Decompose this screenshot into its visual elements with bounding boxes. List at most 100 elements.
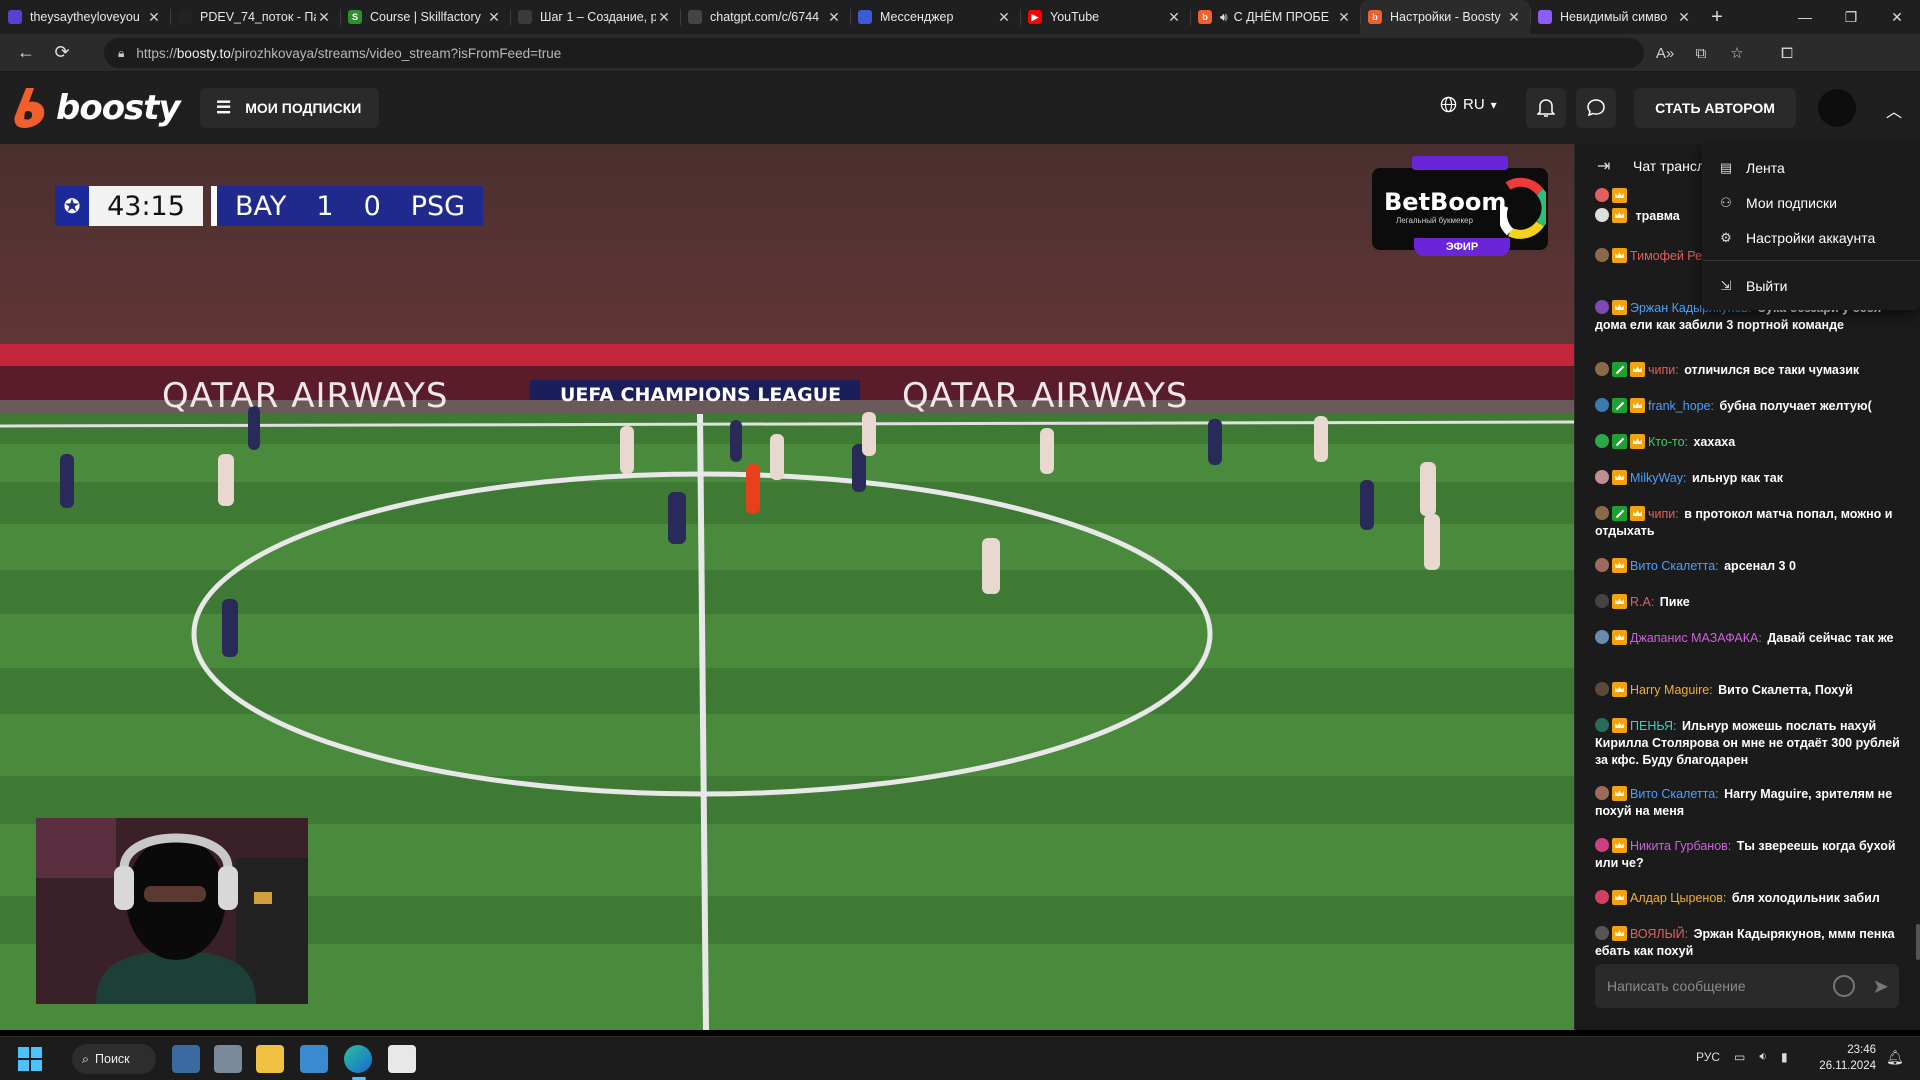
menu-item-label: Мои подписки: [1746, 195, 1837, 211]
chat-avatar[interactable]: [1595, 594, 1609, 608]
tab-close-icon[interactable]: ✕: [826, 9, 842, 26]
chat-avatar[interactable]: [1595, 838, 1609, 852]
menu-item-feed[interactable]: ▤ Лента: [1718, 154, 1785, 182]
menu-item-subscriptions[interactable]: ⚇ Мои подписки: [1718, 189, 1837, 217]
chat-avatar[interactable]: [1595, 248, 1609, 262]
send-icon[interactable]: ➤: [1872, 974, 1889, 999]
chat-avatar[interactable]: [1595, 558, 1609, 572]
extensions-icon[interactable]: ⧠: [1772, 38, 1802, 68]
tab-close-icon[interactable]: ✕: [146, 9, 162, 26]
chat-nickname[interactable]: Тимофей Ре: [1630, 249, 1702, 263]
taskbar-app-photos-icon[interactable]: [300, 1045, 328, 1073]
my-subscriptions-button[interactable]: ☰ МОИ ПОДПИСКИ: [200, 88, 380, 128]
chat-nickname[interactable]: чипи:: [1648, 507, 1679, 521]
taskbar-app-edge-icon[interactable]: [344, 1045, 372, 1073]
chat-nickname[interactable]: Harry Maguire:: [1630, 683, 1713, 697]
chat-nickname[interactable]: frank_hope:: [1648, 399, 1714, 413]
chat-avatar[interactable]: [1595, 506, 1609, 520]
back-button[interactable]: ←: [8, 38, 44, 68]
browser-tab[interactable]: b 🔊︎ С ДНЁМ ПРОБЕ ✕: [1190, 0, 1360, 34]
new-tab-button[interactable]: +: [1700, 0, 1734, 34]
chat-nickname[interactable]: Вито Скалетта:: [1630, 787, 1719, 801]
video-player[interactable]: QATAR AIRWAYS UEFA CHAMPIONS LEAGUE QATA…: [0, 144, 1574, 1030]
language-selector[interactable]: RU ▾: [1440, 96, 1497, 113]
browser-tab[interactable]: theysaytheyloveyou ✕: [0, 0, 170, 34]
crown-badge-icon: [1630, 434, 1645, 449]
tab-close-icon[interactable]: ✕: [1336, 9, 1352, 26]
chat-avatar[interactable]: [1595, 786, 1609, 800]
tab-close-icon[interactable]: ✕: [1166, 9, 1182, 26]
tab-close-icon[interactable]: ✕: [1676, 9, 1692, 26]
chat-avatar[interactable]: [1595, 188, 1609, 202]
menu-item-account-settings[interactable]: ⚙ Настройки аккаунта: [1718, 224, 1875, 252]
tab-close-icon[interactable]: ✕: [316, 9, 332, 26]
chat-nickname[interactable]: Джапанис МАЗАФАКА:: [1630, 631, 1762, 645]
boosty-logo[interactable]: boosty: [14, 88, 181, 128]
input-language[interactable]: РУС: [1696, 1050, 1720, 1064]
chat-avatar[interactable]: [1595, 434, 1609, 448]
chat-nickname[interactable]: MilkyWay:: [1630, 471, 1686, 485]
browser-tab[interactable]: PDEV_74_поток - Па ✕: [170, 0, 340, 34]
chat-avatar[interactable]: [1595, 718, 1609, 732]
browser-tab[interactable]: Шаг 1 – Создание, р ✕: [510, 0, 680, 34]
chevron-up-icon[interactable]: ︿: [1886, 98, 1902, 122]
taskbar-app-calculator-icon[interactable]: [214, 1045, 242, 1073]
emoji-icon[interactable]: [1833, 975, 1855, 997]
read-aloud-icon[interactable]: A»: [1650, 38, 1680, 68]
chat-nickname[interactable]: Алдар Цыренов:: [1630, 891, 1726, 905]
chat-nickname[interactable]: Никита Гурбанов:: [1630, 839, 1731, 853]
chat-nickname[interactable]: чипи:: [1648, 363, 1679, 377]
taskbar-clock[interactable]: 23:46 26.11.2024: [1812, 1042, 1876, 1074]
url-field[interactable]: 🔒︎ https://boosty.to/pirozhkovaya/stream…: [104, 38, 1644, 68]
browser-tab[interactable]: Невидимый симво ✕: [1530, 0, 1700, 34]
windows-start-icon[interactable]: [18, 1047, 42, 1071]
browser-tab[interactable]: Мессенджер ✕: [850, 0, 1020, 34]
tab-close-icon[interactable]: ✕: [486, 9, 502, 26]
messages-button[interactable]: [1576, 88, 1616, 128]
volume-icon[interactable]: 🔉︎: [1759, 1049, 1767, 1064]
chat-scrollbar[interactable]: [1916, 924, 1920, 960]
browser-tab[interactable]: b Настройки - Boosty ✕: [1360, 0, 1530, 34]
browser-tab[interactable]: ▶ YouTube ✕: [1020, 0, 1190, 34]
minimize-button[interactable]: —: [1782, 0, 1828, 34]
taskbar-app-widgets-icon[interactable]: [172, 1045, 200, 1073]
chat-avatar[interactable]: [1595, 208, 1609, 222]
become-author-button[interactable]: СТАТЬ АВТОРОМ: [1634, 88, 1796, 128]
reload-button[interactable]: ⟳: [44, 38, 80, 68]
notifications-bell-icon[interactable]: 🔔︎: [1886, 1049, 1904, 1066]
notifications-button[interactable]: [1526, 88, 1566, 128]
tab-audio-icon[interactable]: 🔊︎: [1220, 10, 1228, 25]
network-icon[interactable]: ▭: [1734, 1050, 1745, 1064]
tab-close-icon[interactable]: ✕: [656, 9, 672, 26]
tab-close-icon[interactable]: ✕: [1506, 9, 1522, 26]
taskbar-app-explorer-icon[interactable]: [256, 1045, 284, 1073]
menu-item-logout[interactable]: ⇲ Выйти: [1718, 272, 1788, 300]
chat-avatar[interactable]: [1595, 300, 1609, 314]
chat-avatar[interactable]: [1595, 630, 1609, 644]
chat-nickname[interactable]: Кто-то:: [1648, 435, 1688, 449]
browser-tab[interactable]: chatgpt.com/c/6744 ✕: [680, 0, 850, 34]
chat-nickname[interactable]: R.A:: [1630, 595, 1654, 609]
user-avatar[interactable]: [1818, 89, 1856, 127]
browser-tab[interactable]: S Course | Skillfactory ✕: [340, 0, 510, 34]
tab-close-icon[interactable]: ✕: [996, 9, 1012, 26]
app-available-icon[interactable]: ⧉: [1686, 38, 1716, 68]
chat-nickname[interactable]: ВОЯЛЫЙ:: [1630, 927, 1688, 941]
chat-avatar[interactable]: [1595, 890, 1609, 904]
chat-avatar[interactable]: [1595, 362, 1609, 376]
restore-button[interactable]: ❐: [1828, 0, 1874, 34]
taskbar-search-button[interactable]: ⌕ Поиск: [72, 1044, 156, 1074]
chat-avatar[interactable]: [1595, 682, 1609, 696]
chat-message-input[interactable]: Написать сообщение ➤: [1595, 964, 1899, 1008]
chat-avatar[interactable]: [1595, 470, 1609, 484]
chat-nickname[interactable]: ПЕНЬЯ:: [1630, 719, 1677, 733]
favorite-star-icon[interactable]: ☆: [1722, 38, 1752, 68]
battery-icon[interactable]: ▮: [1781, 1050, 1788, 1064]
chat-avatar[interactable]: [1595, 398, 1609, 412]
chat-avatar[interactable]: [1595, 926, 1609, 940]
taskbar-app-snipping-icon[interactable]: [388, 1045, 416, 1073]
collapse-chat-icon[interactable]: ⇥: [1597, 156, 1619, 176]
chat-nickname[interactable]: Вито Скалетта:: [1630, 559, 1719, 573]
close-window-button[interactable]: ✕: [1874, 0, 1920, 34]
lock-icon[interactable]: 🔒︎: [118, 46, 124, 61]
